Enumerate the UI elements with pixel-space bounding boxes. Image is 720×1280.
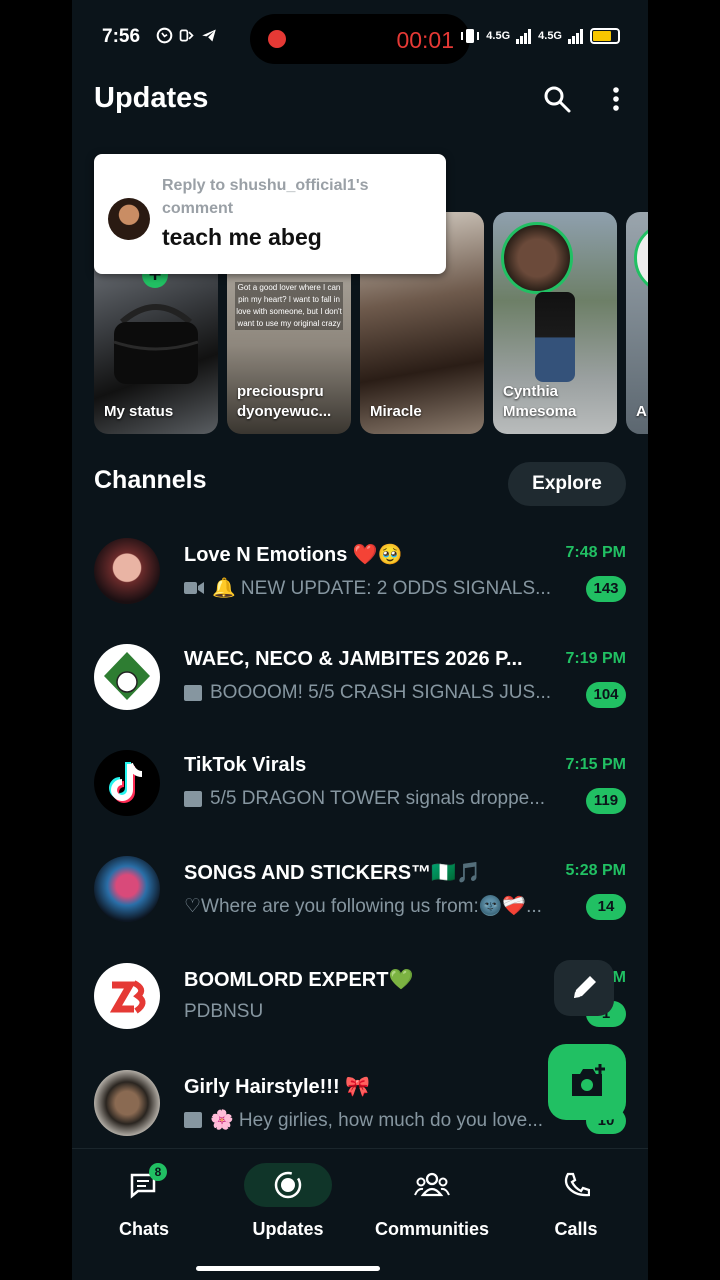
record-timer: 00:01: [396, 27, 454, 53]
communities-icon: [414, 1172, 450, 1197]
bottom-navigation: 8 Chats Updates Communities Calls: [72, 1148, 648, 1280]
unread-badge: 14: [586, 894, 626, 920]
unread-badge: 143: [586, 576, 626, 602]
channel-row[interactable]: Love N Emotions ❤️🥹 7:48 PM 🔔 NEW UPDATE…: [72, 538, 648, 644]
channel-avatar: [94, 1070, 160, 1136]
clock: 7:56: [102, 26, 141, 47]
channel-message: 🔔 NEW UPDATE: 2 ODDS SIGNALS...: [184, 576, 556, 600]
channel-message: ♡Where are you following us from:🌚❤️‍🩹..…: [184, 896, 542, 917]
camera-add-icon: [572, 1064, 605, 1096]
status-card-cynthia[interactable]: Cynthia Mmesoma: [493, 212, 617, 434]
channel-name: SONGS AND STICKERS™🇳🇬🎵: [184, 862, 481, 884]
home-indicator[interactable]: [196, 1266, 380, 1271]
network-label-2: 4.5G: [538, 30, 562, 42]
nav-label: Chats: [118, 1219, 169, 1239]
camera-status-button[interactable]: [548, 1044, 626, 1120]
channel-avatar: [94, 963, 160, 1029]
channel-time: 7:19 PM: [565, 650, 626, 667]
explore-button[interactable]: Explore: [508, 462, 626, 506]
video-icon: [184, 582, 204, 594]
channel-name: TikTok Virals: [184, 754, 307, 776]
network-label-1: 4.5G: [486, 30, 511, 42]
nav-chats[interactable]: 8 Chats: [72, 1159, 216, 1259]
vibrate-icon: [461, 29, 480, 43]
page-title: Updates: [94, 82, 209, 114]
channel-message: 5/5 DRAGON TOWER signals droppe...: [184, 788, 556, 810]
status-label: A: [636, 403, 647, 420]
battery-icon: [590, 28, 620, 44]
boomlord-logo-icon: [109, 980, 146, 1014]
channel-time: 5:28 PM: [565, 862, 626, 879]
channel-time: 7:15 PM: [565, 756, 626, 773]
nav-label: Updates: [252, 1219, 324, 1239]
record-dot-icon: [268, 30, 286, 48]
updates-icon: [274, 1171, 302, 1199]
chats-unread-badge: 8: [149, 1163, 167, 1181]
channel-message: BOOOOM! 5/5 CRASH SIGNALS JUS...: [184, 682, 556, 704]
reply-text: teach me abeg: [162, 224, 322, 250]
telegram-icon: [202, 29, 216, 42]
data-icon: [179, 29, 194, 42]
waec-logo-icon: [104, 652, 150, 700]
status-label: Cynthia Mmesoma: [503, 383, 577, 420]
system-indicators: 4.5G 4.5G: [460, 27, 620, 45]
channel-row[interactable]: TikTok Virals 7:15 PM 5/5 DRAGON TOWER s…: [72, 750, 648, 856]
channel-row[interactable]: SONGS AND STICKERS™🇳🇬🎵 5:28 PM ♡Where ar…: [72, 856, 648, 962]
image-icon: [184, 791, 202, 807]
nav-updates[interactable]: Updates: [216, 1159, 360, 1259]
nav-label: Communities: [374, 1219, 489, 1239]
comment-reply-popup[interactable]: Reply to shushu_official1's comment teac…: [94, 154, 446, 274]
notification-icons: [156, 27, 218, 44]
person-figure: [535, 292, 575, 382]
updates-screen: 7:56 00:01 4.5G 4.5G Updates + My status: [72, 0, 648, 1280]
channel-name: BOOMLORD EXPERT💚: [184, 969, 414, 991]
channel-message: 🌸 Hey girlies, how much do you love...: [184, 1108, 556, 1132]
status-card-partial[interactable]: A: [626, 212, 648, 434]
channel-time: 7:48 PM: [565, 544, 626, 561]
system-status-bar: 7:56 00:01 4.5G 4.5G: [72, 0, 648, 76]
channel-avatar: [94, 856, 160, 922]
signal-icon-2: [568, 29, 583, 44]
channel-name: WAEC, NECO & JAMBITES 2026 P...: [184, 648, 523, 670]
channel-avatar: [94, 538, 160, 604]
tiktok-icon: [109, 762, 143, 803]
commenter-avatar: [108, 198, 150, 240]
whatsapp-icon: [156, 27, 173, 44]
channel-name: Girly Hairstyle!!! 🎀: [184, 1076, 371, 1098]
status-label: Miracle: [370, 403, 422, 420]
handbag-image: [113, 304, 199, 384]
channel-row[interactable]: WAEC, NECO & JAMBITES 2026 P... 7:19 PM …: [72, 644, 648, 750]
unread-badge: 119: [586, 788, 626, 814]
search-icon[interactable]: [542, 84, 572, 114]
channels-heading: Channels: [94, 466, 207, 494]
channel-message: PDBNSU: [184, 1001, 264, 1022]
nav-communities[interactable]: Communities: [360, 1159, 504, 1259]
status-preview-text: Got a good lover where I can pin my hear…: [235, 282, 343, 330]
pencil-icon: [574, 976, 596, 998]
status-label: preciouspru dyonyewuc...: [237, 383, 332, 420]
more-vert-icon[interactable]: [606, 84, 626, 114]
new-text-status-button[interactable]: [554, 960, 614, 1016]
channel-name: Love N Emotions ❤️🥹: [184, 544, 403, 566]
image-icon: [184, 685, 202, 701]
signal-icon: [516, 29, 532, 44]
image-icon: [184, 1112, 202, 1128]
unread-badge: 104: [586, 682, 626, 708]
reply-meta: Reply to shushu_official1's comment: [162, 177, 369, 217]
status-label: My status: [104, 403, 174, 420]
status-avatar: [501, 222, 573, 294]
nav-calls[interactable]: Calls: [504, 1159, 648, 1259]
screen-record-pill[interactable]: 00:01: [250, 14, 470, 64]
channel-avatar: [94, 750, 160, 816]
nav-label: Calls: [554, 1219, 598, 1239]
channel-avatar: [94, 644, 160, 710]
channel-time: M: [612, 969, 626, 986]
phone-icon: [564, 1172, 590, 1197]
